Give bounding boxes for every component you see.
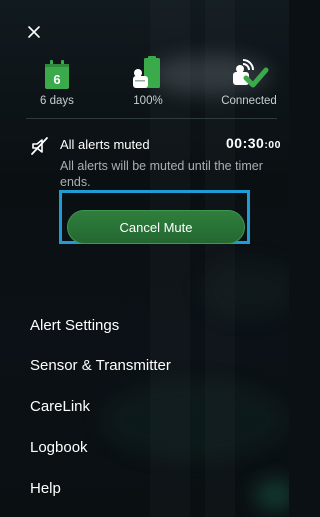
menu-item-carelink[interactable]: CareLink (30, 398, 90, 415)
connection-status[interactable]: Connected (214, 54, 284, 107)
sensor-days-label: 6 days (40, 95, 74, 107)
menu-item-sensor-transmitter[interactable]: Sensor & Transmitter (30, 357, 171, 374)
muted-speaker-icon (31, 137, 48, 155)
mute-timer-main: 00:30 (226, 135, 265, 151)
mute-description: All alerts will be muted until the timer… (60, 159, 263, 189)
sensor-days-value: 6 (53, 72, 60, 87)
menu-item-help[interactable]: Help (30, 480, 61, 497)
battery-label: 100% (133, 95, 163, 107)
menu-item-alert-settings[interactable]: Alert Settings (30, 317, 119, 334)
battery-status[interactable]: 100% (128, 54, 168, 107)
section-divider (26, 118, 277, 119)
close-icon (28, 26, 40, 38)
mute-title: All alerts muted (60, 137, 150, 152)
menu-item-logbook[interactable]: Logbook (30, 439, 88, 456)
menu-screen: 6 6 days 100% Connected All alerts muted… (0, 0, 289, 517)
connection-label: Connected (221, 95, 277, 107)
sensor-status[interactable]: 6 6 days (32, 54, 82, 107)
cancel-mute-button[interactable]: Cancel Mute (67, 210, 245, 244)
pump-battery-icon (133, 56, 160, 88)
mute-timer-seconds: :00 (264, 139, 281, 151)
sensor-calendar-icon: 6 (45, 60, 69, 89)
connected-check-icon (233, 59, 269, 88)
close-button[interactable] (26, 24, 42, 40)
mute-timer: 00:30:00 (226, 135, 281, 151)
